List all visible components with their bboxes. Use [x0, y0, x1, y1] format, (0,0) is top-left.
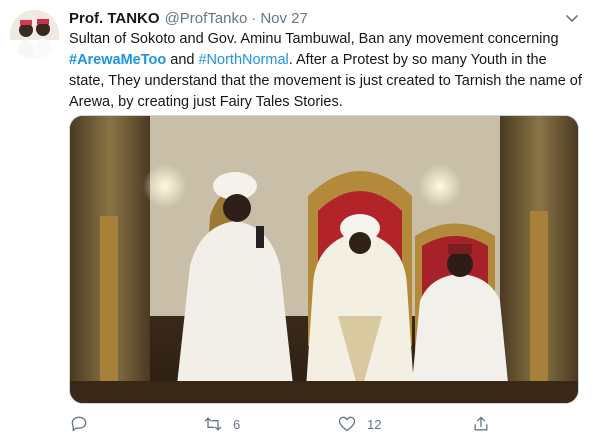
- tweet-date[interactable]: Nov 27: [260, 10, 308, 27]
- avatar-image: [10, 10, 59, 59]
- retweet-button[interactable]: 6: [203, 414, 240, 434]
- retweet-icon: [204, 417, 222, 431]
- heart-icon: [338, 416, 356, 432]
- author-name[interactable]: Prof. TANKO: [69, 10, 160, 27]
- like-count: 12: [367, 416, 382, 432]
- action-bar: 6 12: [69, 414, 509, 440]
- tweet-text-part: and: [166, 52, 199, 68]
- author-handle[interactable]: @ProfTanko: [165, 10, 248, 27]
- avatar[interactable]: [10, 10, 59, 59]
- chevron-down-icon[interactable]: [564, 10, 580, 26]
- share-icon: [474, 416, 488, 431]
- separator-dot: ·: [251, 9, 257, 27]
- tweet-card[interactable]: Prof. TANKO @ProfTanko · Nov 27 Sultan o…: [0, 0, 594, 443]
- retweet-count: 6: [233, 416, 241, 432]
- tweet-header: Prof. TANKO @ProfTanko · Nov 27: [69, 8, 308, 28]
- tweet-text: Sultan of Sokoto and Gov. Aminu Tambuwal…: [69, 29, 584, 113]
- hashtag-arewametoo[interactable]: #ArewaMeToo: [69, 52, 166, 68]
- tweet-photo[interactable]: [69, 115, 579, 404]
- share-button[interactable]: [471, 414, 491, 434]
- photo-image: [70, 116, 578, 403]
- like-button[interactable]: 12: [337, 414, 381, 434]
- hashtag-northnormal[interactable]: #NorthNormal: [198, 52, 288, 68]
- reply-icon: [71, 416, 87, 432]
- reply-button[interactable]: [69, 414, 99, 434]
- tweet-text-part: Sultan of Sokoto and Gov. Aminu Tambuwal…: [69, 31, 559, 47]
